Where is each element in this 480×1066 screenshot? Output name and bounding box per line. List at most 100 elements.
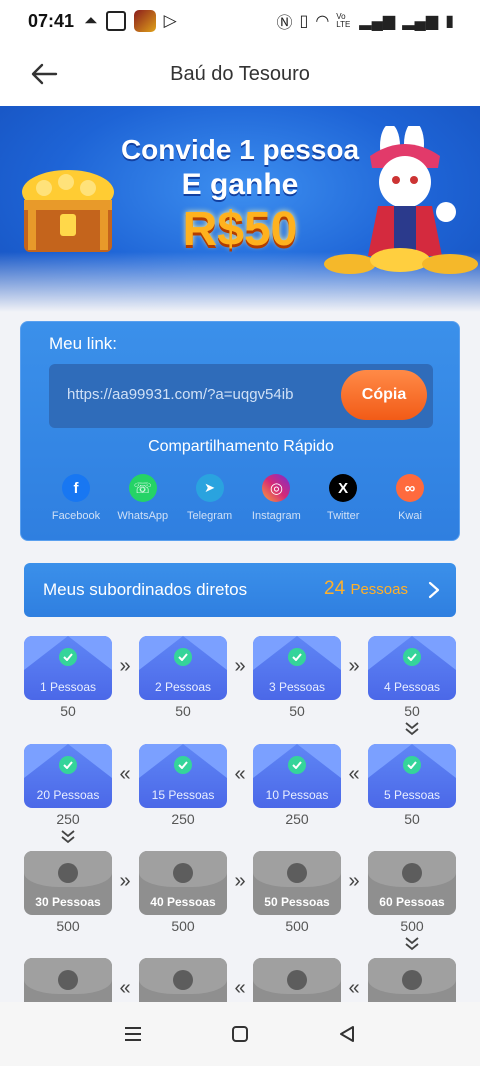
- copy-link-button[interactable]: Cópia: [341, 370, 427, 420]
- chevrons-left-icon: «: [234, 763, 246, 785]
- gold-coins-icon: [324, 248, 478, 274]
- vibrate-icon: ▯: [299, 13, 309, 30]
- reward-card[interactable]: 1 Pessoas: [24, 636, 112, 700]
- chevrons-right-icon: »: [348, 870, 360, 892]
- chevrons-left-icon: «: [119, 763, 131, 785]
- chevrons-down-icon: [403, 722, 421, 738]
- chest-lock-icon: [173, 970, 193, 990]
- check-icon: [403, 756, 421, 774]
- reward-threshold-label: 40 Pessoas: [150, 895, 216, 909]
- home-button[interactable]: [225, 1019, 255, 1049]
- reward-value: 250: [56, 811, 80, 827]
- direct-subordinates-row[interactable]: Meus subordinados diretos 24 Pessoas: [24, 563, 456, 617]
- reward-card[interactable]: 30 Pessoas: [24, 851, 112, 915]
- reward-card[interactable]: 60 Pessoas: [368, 851, 456, 915]
- nfc-icon: Ⓝ: [276, 15, 293, 32]
- chevrons-left-icon: «: [119, 977, 131, 999]
- reward-card[interactable]: 10 Pessoas: [253, 744, 341, 808]
- reward-card[interactable]: 3 Pessoas: [253, 636, 341, 700]
- chest-lock-icon: [173, 863, 193, 883]
- invite-link-card: Meu link: https://aa99931.com/?a=uqgv54i…: [20, 321, 460, 541]
- facebook-icon: f: [62, 474, 90, 502]
- recent-apps-button[interactable]: [118, 1019, 148, 1049]
- back-button[interactable]: [332, 1019, 362, 1049]
- share-instagram[interactable]: ◎ Instagram: [243, 474, 309, 522]
- reward-card[interactable]: 50 Pessoas: [253, 851, 341, 915]
- reward-value: 50: [404, 811, 420, 827]
- reward-value: 500: [285, 918, 309, 934]
- chevrons-down-icon: [59, 830, 77, 846]
- back-triangle-icon: [339, 1026, 354, 1042]
- reward-threshold-label: 60 Pessoas: [379, 895, 445, 909]
- reward-card[interactable]: 40 Pessoas: [139, 851, 227, 915]
- reward-value: 250: [171, 811, 195, 827]
- chest-lock-icon: [402, 970, 422, 990]
- share-kwai[interactable]: ∞ Kwai: [377, 474, 443, 522]
- reward-value: 50: [404, 703, 420, 719]
- battery-icon: ▮: [445, 13, 454, 30]
- reward-card[interactable]: 20 Pessoas: [24, 744, 112, 808]
- chevrons-right-icon: »: [234, 655, 246, 677]
- system-nav-bar: [0, 1002, 480, 1066]
- reward-threshold-label: 30 Pessoas: [35, 895, 101, 909]
- check-icon: [288, 648, 306, 666]
- share-twitter[interactable]: X Twitter: [310, 474, 376, 522]
- reward-threshold-label: 20 Pessoas: [36, 788, 100, 802]
- share-whatsapp[interactable]: ☏ WhatsApp: [110, 474, 176, 522]
- check-icon: [174, 648, 192, 666]
- share-telegram[interactable]: ➤ Telegram: [177, 474, 243, 522]
- check-icon: [288, 756, 306, 774]
- check-icon: [59, 756, 77, 774]
- reward-card[interactable]: 2 Pessoas: [139, 636, 227, 700]
- home-square-icon: [231, 1026, 248, 1042]
- reward-threshold-label: 2 Pessoas: [154, 680, 212, 694]
- reward-threshold-label: 10 Pessoas: [265, 788, 329, 802]
- status-time: 07:41: [28, 10, 75, 31]
- my-link-label: Meu link:: [49, 334, 118, 353]
- chest-lock-icon: [287, 863, 307, 883]
- signal-icon-2: ▂▄▆: [402, 13, 439, 30]
- reward-value: 50: [60, 703, 76, 719]
- chevrons-right-icon: »: [119, 870, 131, 892]
- reward-threshold-label: 50 Pessoas: [264, 895, 330, 909]
- screenshot-icon: [105, 11, 126, 31]
- treasure-chest-icon: [22, 170, 114, 252]
- chevrons-right-icon: »: [348, 655, 360, 677]
- subordinates-label: Meus subordinados diretos: [43, 580, 248, 599]
- instagram-icon: ◎: [262, 474, 291, 502]
- share-facebook[interactable]: f Facebook: [43, 474, 109, 522]
- reward-threshold-label: 3 Pessoas: [268, 680, 326, 694]
- android-icon: ⏶: [84, 11, 98, 30]
- play-store-icon: ▷: [163, 11, 177, 30]
- reward-card[interactable]: 15 Pessoas: [139, 744, 227, 808]
- signal-icon-1: ▂▄▆: [359, 13, 396, 30]
- chevrons-left-icon: «: [348, 763, 360, 785]
- invite-link-field: https://aa99931.com/?a=uqgv54ib Cópia: [49, 364, 433, 428]
- share-options: f Facebook ☏ WhatsApp ➤ Telegram ◎ Insta…: [43, 474, 443, 522]
- chest-lock-icon: [402, 863, 422, 883]
- reward-threshold-label: 5 Pessoas: [383, 788, 441, 802]
- reward-value: 500: [400, 918, 424, 934]
- subordinates-count: 24 Pessoas: [324, 578, 408, 599]
- telegram-icon: ➤: [195, 474, 224, 502]
- chevrons-left-icon: «: [234, 977, 246, 999]
- app-notification-icon: [133, 10, 156, 32]
- reward-card[interactable]: 4 Pessoas: [368, 636, 456, 700]
- reward-value: 50: [289, 703, 305, 719]
- back-arrow-icon[interactable]: [28, 60, 60, 88]
- chest-lock-icon: [287, 970, 307, 990]
- reward-card[interactable]: 5 Pessoas: [368, 744, 456, 808]
- chevrons-right-icon: »: [234, 870, 246, 892]
- app-header: Baú do Tesouro: [0, 42, 480, 106]
- whatsapp-icon: ☏: [128, 474, 157, 502]
- reward-threshold-label: 1 Pessoas: [39, 680, 97, 694]
- promo-banner: Convide 1 pessoa E ganhe R$50: [0, 106, 480, 312]
- reward-threshold-label: 15 Pessoas: [151, 788, 215, 802]
- quick-share-title: Compartilhamento Rápido: [148, 438, 334, 455]
- kwai-icon: ∞: [395, 474, 424, 502]
- check-icon: [403, 648, 421, 666]
- menu-icon: [125, 1027, 142, 1041]
- chevrons-left-icon: «: [348, 977, 360, 999]
- chevrons-down-icon: [403, 937, 421, 953]
- wifi-icon: ◠: [315, 13, 330, 30]
